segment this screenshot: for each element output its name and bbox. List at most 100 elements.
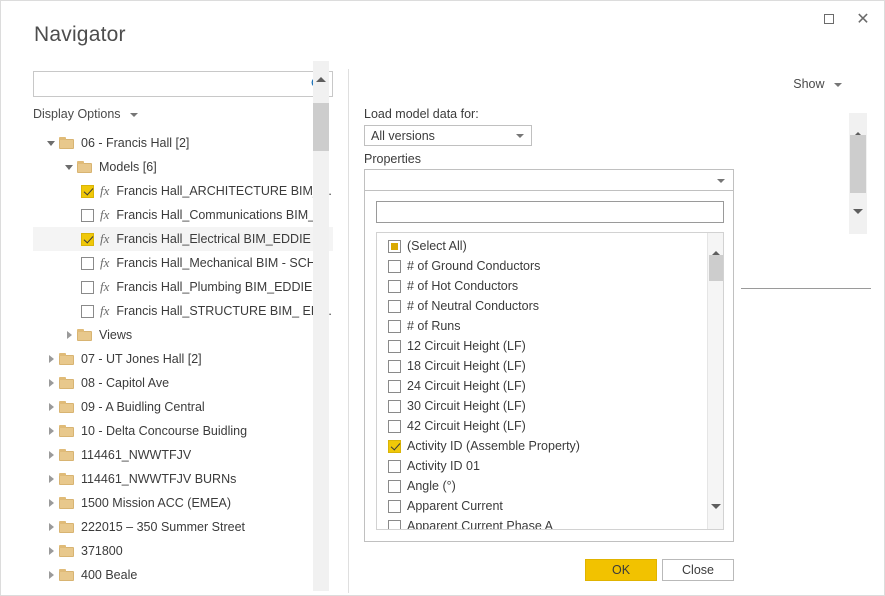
collapse-toggle[interactable] (63, 155, 75, 179)
expand-toggle[interactable] (45, 443, 57, 467)
search-box[interactable] (33, 71, 333, 97)
property-list-item[interactable]: # of Runs (377, 316, 705, 336)
tree-scrollbar[interactable] (313, 61, 329, 591)
tree-item[interactable]: 08 - Capitol Ave (33, 371, 333, 395)
tree-item[interactable]: fxFrancis Hall_Plumbing BIM_EDDIE (33, 275, 333, 299)
tree-item[interactable]: fxFrancis Hall_Electrical BIM_EDDIE (33, 227, 333, 251)
tree-item[interactable]: 1500 Mission ACC (EMEA) (33, 491, 333, 515)
property-list-item[interactable]: 12 Circuit Height (LF) (377, 336, 705, 356)
property-list-item[interactable]: # of Neutral Conductors (377, 296, 705, 316)
tree-item-checkbox[interactable] (81, 257, 94, 270)
tree-item[interactable]: Views (33, 323, 333, 347)
tree-item[interactable]: 10 - Delta Concourse Buidling (33, 419, 333, 443)
property-list-item[interactable]: 18 Circuit Height (LF) (377, 356, 705, 376)
expand-toggle[interactable] (45, 347, 57, 371)
collapse-toggle[interactable] (45, 131, 57, 155)
search-input[interactable] (40, 75, 309, 95)
display-options-dropdown[interactable]: Display Options (33, 107, 138, 121)
versions-select[interactable]: All versions (364, 125, 532, 146)
tree-item[interactable]: 07 - UT Jones Hall [2] (33, 347, 333, 371)
scroll-up-button[interactable] (711, 237, 721, 251)
property-list-item[interactable]: 30 Circuit Height (LF) (377, 396, 705, 416)
expand-toggle[interactable] (45, 539, 57, 563)
tree-item-checkbox[interactable] (81, 281, 94, 294)
property-label: 24 Circuit Height (LF) (407, 379, 526, 393)
folder-icon (59, 401, 75, 414)
property-list-item[interactable]: 42 Circuit Height (LF) (377, 416, 705, 436)
property-list-item[interactable]: Apparent Current (377, 496, 705, 516)
close-window-button[interactable]: ✕ (846, 5, 880, 33)
maximize-button[interactable] (812, 5, 846, 33)
versions-value: All versions (371, 129, 435, 143)
tree-item-checkbox[interactable] (81, 185, 94, 198)
property-list-item[interactable]: # of Ground Conductors (377, 256, 705, 276)
tree-item-label: 09 - A Buidling Central (81, 400, 205, 414)
tree-item[interactable]: fxFrancis Hall_Mechanical BIM - SCHE... (33, 251, 333, 275)
properties-filter-box[interactable] (376, 201, 724, 223)
expand-toggle[interactable] (45, 467, 57, 491)
ok-button[interactable]: OK (585, 559, 657, 581)
tree-item[interactable]: fxFrancis Hall_ARCHITECTURE BIM_20... (33, 179, 333, 203)
tree-item[interactable]: 114461_NWWTFJV (33, 443, 333, 467)
properties-filter-input[interactable] (382, 204, 722, 222)
scroll-up-button[interactable] (313, 71, 329, 87)
expand-toggle[interactable] (45, 515, 57, 539)
property-list-item[interactable]: Apparent Current Phase A (377, 516, 705, 530)
property-checkbox[interactable] (388, 240, 401, 253)
main-pane-scrollbar[interactable] (849, 113, 867, 234)
property-list-item[interactable]: Activity ID 01 (377, 456, 705, 476)
scroll-down-button[interactable] (711, 509, 721, 523)
expand-toggle[interactable] (45, 419, 57, 443)
property-checkbox[interactable] (388, 260, 401, 273)
tree-item[interactable]: 06 - Francis Hall [2] (33, 131, 333, 155)
property-checkbox[interactable] (388, 320, 401, 333)
property-list-item[interactable]: 24 Circuit Height (LF) (377, 376, 705, 396)
tree-item[interactable]: 222015 – 350 Summer Street (33, 515, 333, 539)
scroll-down-button[interactable] (853, 214, 863, 228)
scrollbar-thumb[interactable] (709, 255, 723, 281)
property-checkbox[interactable] (388, 300, 401, 313)
property-checkbox[interactable] (388, 460, 401, 473)
property-checkbox[interactable] (388, 500, 401, 513)
tree-item[interactable]: 371800 (33, 539, 333, 563)
property-list-item[interactable]: (Select All) (377, 236, 705, 256)
property-list-item[interactable]: Angle (°) (377, 476, 705, 496)
show-dropdown[interactable]: Show (793, 77, 842, 91)
expand-toggle[interactable] (45, 371, 57, 395)
close-button[interactable]: Close (662, 559, 734, 581)
properties-scrollbar[interactable] (707, 233, 723, 529)
tree-item[interactable]: Models [6] (33, 155, 333, 179)
tree-item-checkbox[interactable] (81, 305, 94, 318)
tree-item-checkbox[interactable] (81, 233, 94, 246)
panel-divider (348, 69, 349, 593)
expand-toggle[interactable] (63, 323, 75, 347)
tree-item[interactable]: 09 - A Buidling Central (33, 395, 333, 419)
navigation-tree[interactable]: 06 - Francis Hall [2]Models [6]fxFrancis… (33, 131, 333, 591)
property-checkbox[interactable] (388, 440, 401, 453)
tree-item[interactable]: 400 Beale (33, 563, 333, 587)
property-checkbox[interactable] (388, 340, 401, 353)
property-checkbox[interactable] (388, 420, 401, 433)
tree-item[interactable]: fxFrancis Hall_Communications BIM_E... (33, 203, 333, 227)
expand-toggle[interactable] (45, 491, 57, 515)
property-checkbox[interactable] (388, 400, 401, 413)
chevron-down-icon (834, 83, 842, 87)
scroll-up-button[interactable] (853, 118, 863, 132)
expand-toggle[interactable] (45, 395, 57, 419)
expand-toggle[interactable] (45, 563, 57, 587)
property-checkbox[interactable] (388, 280, 401, 293)
maximize-icon (824, 14, 834, 24)
property-checkbox[interactable] (388, 520, 401, 531)
properties-select[interactable] (364, 169, 734, 191)
property-checkbox[interactable] (388, 360, 401, 373)
tree-item[interactable]: fxFrancis Hall_STRUCTURE BIM_ EDDIE (33, 299, 333, 323)
property-checkbox[interactable] (388, 480, 401, 493)
property-checkbox[interactable] (388, 380, 401, 393)
tree-item-checkbox[interactable] (81, 209, 94, 222)
properties-list[interactable]: (Select All)# of Ground Conductors# of H… (377, 236, 705, 530)
property-list-item[interactable]: # of Hot Conductors (377, 276, 705, 296)
scrollbar-thumb[interactable] (313, 103, 329, 151)
scrollbar-thumb[interactable] (850, 135, 866, 193)
property-list-item[interactable]: Activity ID (Assemble Property) (377, 436, 705, 456)
tree-item[interactable]: 114461_NWWTFJV BURNs (33, 467, 333, 491)
